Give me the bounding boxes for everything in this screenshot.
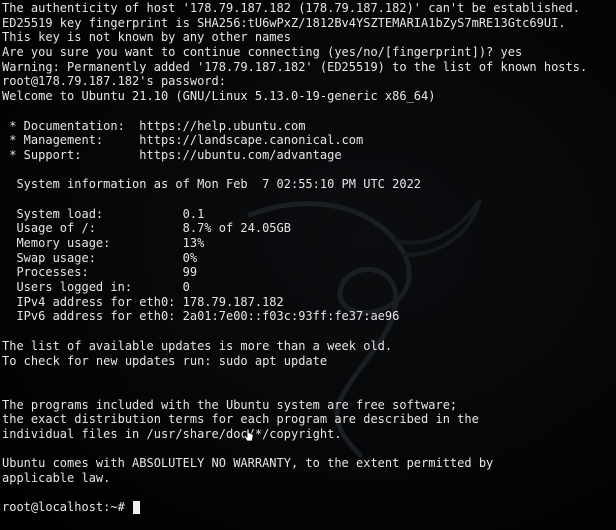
terminal-line: Are you sure you want to continue connec… <box>2 45 523 60</box>
terminal-line: This key is not known by any other names <box>2 30 291 45</box>
mouse-pointer-icon <box>243 428 254 442</box>
terminal-line: * Support: https://ubuntu.com/advantage <box>2 147 342 162</box>
terminal-line: Warning: Permanently added '178.79.187.1… <box>2 59 588 74</box>
terminal-window[interactable]: The authenticity of host '178.79.187.182… <box>0 0 616 530</box>
terminal-line: individual files in /usr/share/doc/*/cop… <box>2 426 342 441</box>
terminal-line: System information as of Mon Feb 7 02:55… <box>2 177 422 192</box>
shell-prompt: root@localhost:~# <box>2 500 133 515</box>
text-cursor <box>133 501 141 515</box>
terminal-line: root@178.79.187.182's password: <box>2 74 226 89</box>
terminal-line: IPv6 address for eth0: 2a01:7e00::f03c:9… <box>2 309 400 324</box>
terminal-output: The authenticity of host '178.79.187.182… <box>2 1 616 515</box>
terminal-line: * Management: https://landscape.canonica… <box>2 133 364 148</box>
terminal-line: To check for new updates run: sudo apt u… <box>2 353 328 368</box>
terminal-line: the exact distribution terms for each pr… <box>2 412 479 427</box>
terminal-line: Swap usage: 0% <box>2 250 198 265</box>
terminal-line: IPv4 address for eth0: 178.79.187.182 <box>2 294 284 309</box>
shell-prompt-line[interactable]: root@localhost:~# <box>2 500 616 515</box>
terminal-line: Usage of /: 8.7% of 24.05GB <box>2 221 291 236</box>
terminal-line: ED25519 key fingerprint is SHA256:tU6wPx… <box>2 15 566 30</box>
terminal-line: System load: 0.1 <box>2 206 205 221</box>
terminal-line: The list of available updates is more th… <box>2 338 393 353</box>
terminal-line: The programs included with the Ubuntu sy… <box>2 397 458 412</box>
terminal-line: Welcome to Ubuntu 21.10 (GNU/Linux 5.13.… <box>2 89 436 104</box>
terminal-line: applicable law. <box>2 471 111 485</box>
terminal-line: The authenticity of host '178.79.187.182… <box>2 1 580 15</box>
terminal-line: Memory usage: 13% <box>2 236 205 250</box>
terminal-line: Processes: 99 <box>2 265 198 280</box>
terminal-line: * Documentation: https://help.ubuntu.com <box>2 118 306 133</box>
terminal-line: Users logged in: 0 <box>2 280 190 295</box>
terminal-line: Ubuntu comes with ABSOLUTELY NO WARRANTY… <box>2 456 494 471</box>
